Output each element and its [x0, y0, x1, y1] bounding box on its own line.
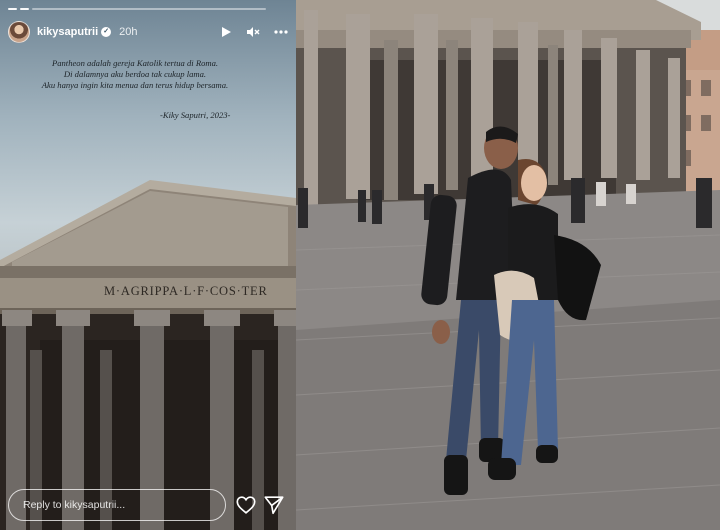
reply-input[interactable] — [23, 499, 213, 511]
username-link[interactable]: kikysaputrii — [37, 26, 98, 38]
pantheon-facade-image: M·AGRIPPA·L·F·COS·TER — [0, 180, 296, 530]
story-header: kikysaputrii ✓ 20h — [8, 20, 288, 44]
caption-line: Di dalamnya aku berdoa tak cukup lama. — [63, 69, 207, 79]
send-icon[interactable] — [263, 494, 285, 516]
progress-segment-active — [20, 8, 29, 10]
avatar[interactable] — [8, 21, 30, 43]
story-viewer: M·AGRIPPA·L·F·COS·TER kikysaputrii ✓ 20h… — [0, 0, 296, 530]
reply-field[interactable] — [8, 489, 226, 521]
story-progress-bar — [8, 8, 266, 10]
progress-segment-active — [8, 8, 17, 10]
caption-line: Pantheon adalah gereja Katolik tertua di… — [51, 58, 219, 68]
verified-badge-icon: ✓ — [101, 27, 112, 37]
inscription-text: M·AGRIPPA·L·F·COS·TER — [104, 284, 268, 298]
play-icon[interactable] — [220, 26, 232, 38]
mute-icon[interactable] — [246, 26, 260, 38]
caption-line: Aku hanya ingin kita menua dan terus hid… — [41, 80, 229, 90]
caption-signature: -Kiky Saputri, 2023- — [160, 110, 231, 120]
post-time: 20h — [119, 26, 138, 38]
couple-photo — [296, 0, 720, 530]
story-caption: Pantheon adalah gereja Katolik tertua di… — [0, 58, 296, 91]
progress-segment-remaining — [32, 8, 266, 10]
pantheon-couple-image — [296, 0, 720, 530]
more-options-icon[interactable] — [274, 30, 288, 34]
heart-icon[interactable] — [235, 494, 257, 516]
